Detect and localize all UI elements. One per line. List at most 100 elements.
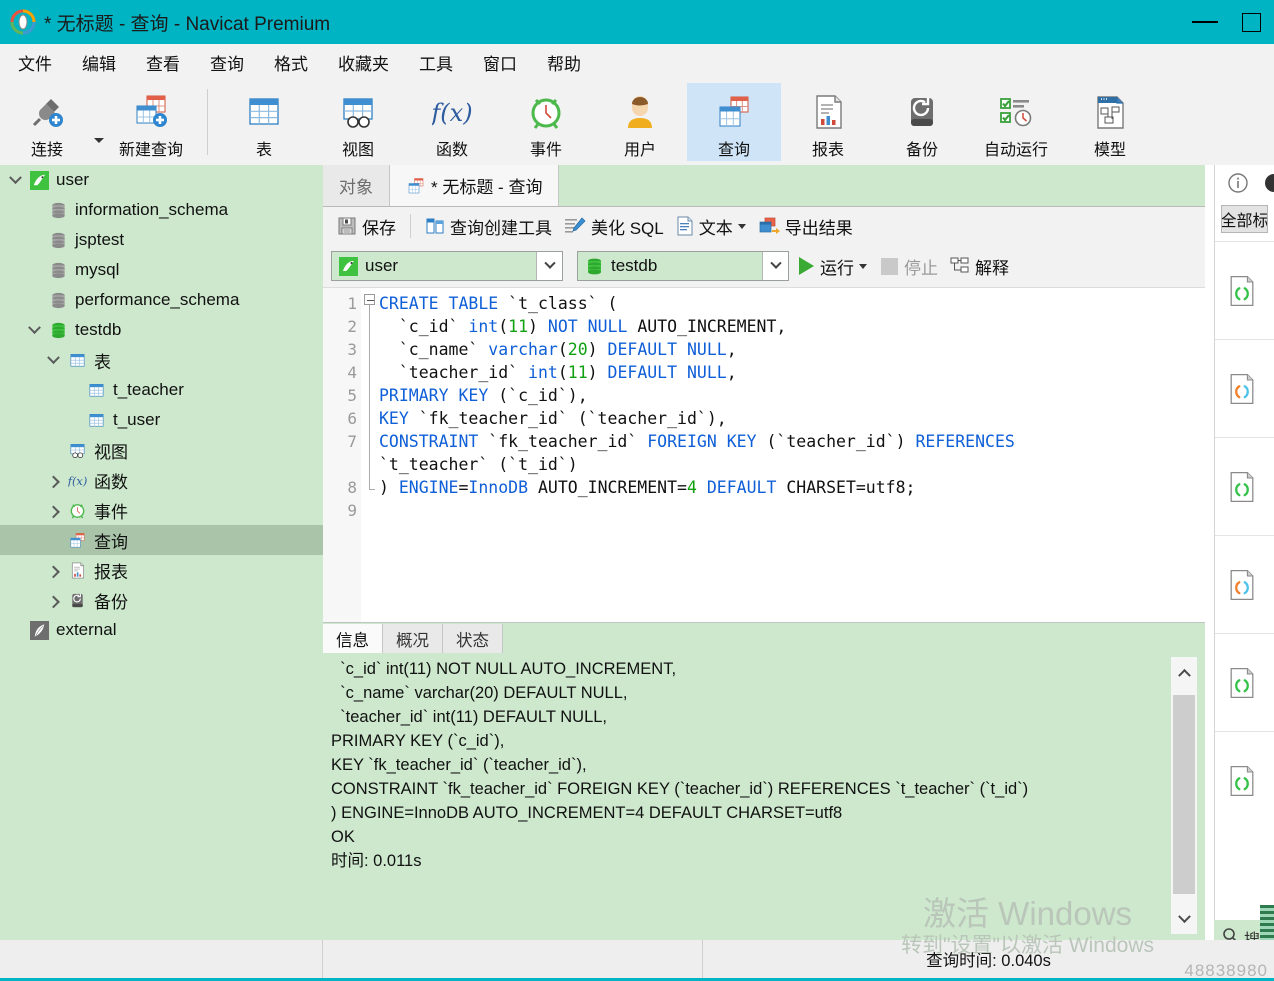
toolbar-button-view[interactable]: 视图 (311, 83, 405, 161)
chevron-down-icon[interactable] (42, 350, 64, 365)
beautify-sql-button[interactable]: 美化 SQL (558, 212, 670, 241)
save-button[interactable]: 保存 (331, 212, 402, 241)
query-builder-button[interactable]: 查询创建工具 (419, 212, 558, 241)
scroll-down-arrow[interactable] (1171, 904, 1197, 934)
tree-node-testdb[interactable]: testdb (0, 315, 323, 345)
tree-node-报表[interactable]: 报表 (0, 555, 323, 585)
tree-node-查询[interactable]: 查询 (0, 525, 323, 555)
result-tab-0[interactable]: 信息 (323, 624, 383, 653)
tree-node-label: 表 (94, 352, 111, 372)
chevron-right-icon[interactable] (42, 505, 64, 518)
menu-item-6[interactable]: 工具 (407, 48, 465, 77)
query-time-status: 查询时间: 0.040s (926, 952, 1051, 970)
tree-node-information_schema[interactable]: information_schema (0, 195, 323, 225)
save-label: 保存 (362, 218, 396, 238)
info-icon[interactable] (1227, 172, 1249, 199)
beautify-sql-label: 美化 SQL (591, 218, 664, 238)
tree-node-user[interactable]: user (0, 165, 323, 195)
right-panel-item-4[interactable] (1215, 633, 1274, 731)
right-panel-item-0[interactable] (1215, 241, 1274, 339)
database-select[interactable]: testdb (577, 251, 789, 281)
menu-item-4[interactable]: 格式 (262, 48, 320, 77)
toolbar-button-new-query[interactable]: 新建查询 (104, 83, 198, 161)
main-content: 对象 * 无标题 - 查询 保存 查询创建工具 美化 SQL 文本 导出结果 u… (323, 165, 1205, 940)
menu-item-3[interactable]: 查询 (198, 48, 256, 77)
tab-0[interactable]: 对象 (323, 165, 390, 206)
database-gray-icon (49, 291, 68, 310)
menu-item-1[interactable]: 编辑 (70, 48, 128, 77)
explain-button[interactable]: 解释 (950, 254, 1009, 279)
code-file-color-icon (1224, 567, 1260, 603)
results-scrollbar[interactable] (1171, 657, 1197, 934)
result-tab-2[interactable]: 状态 (443, 624, 503, 653)
code-fold-column[interactable] (361, 288, 377, 622)
connection-dropdown-arrow[interactable] (536, 252, 562, 280)
chevron-down-icon[interactable] (4, 170, 26, 185)
chevron-down-icon[interactable] (737, 223, 746, 229)
chevron-down-icon[interactable] (859, 263, 867, 269)
right-panel-item-5[interactable] (1215, 731, 1274, 829)
menu-item-2[interactable]: 查看 (134, 48, 192, 77)
table-icon (244, 92, 284, 132)
toolbar-button-automation[interactable]: 自动运行 (969, 83, 1063, 161)
right-panel-item-2[interactable] (1215, 437, 1274, 535)
tree-node-mysql[interactable]: mysql (0, 255, 323, 285)
tree-node-事件[interactable]: 事件 (0, 495, 323, 525)
toolbar-button-report[interactable]: 报表 (781, 83, 875, 161)
chevron-right-icon[interactable] (42, 475, 64, 488)
navicat-logo-icon (10, 9, 36, 35)
toolbar-divider (410, 214, 411, 238)
toolbar-button-model[interactable]: 模型 (1063, 83, 1157, 161)
chevron-right-icon[interactable] (42, 595, 64, 608)
tree-node-表[interactable]: 表 (0, 345, 323, 375)
minimize-button[interactable] (1182, 0, 1228, 44)
scrollbar-thumb[interactable] (1173, 695, 1195, 894)
text-button[interactable]: 文本 (670, 212, 752, 241)
run-button[interactable]: 运行 (799, 254, 867, 279)
toolbar-button-user[interactable]: 用户 (593, 83, 687, 161)
sql-editor[interactable]: 1 2 3 4 5 6 7 8 9 CREATE TABLE `t_class` ( `c_id… (323, 287, 1205, 622)
tree-node-performance_schema[interactable]: performance_schema (0, 285, 323, 315)
chevron-down-icon[interactable] (23, 320, 45, 335)
database-green-icon (581, 257, 607, 276)
help-icon[interactable] (1263, 172, 1274, 199)
tree-node-jsptest[interactable]: jsptest (0, 225, 323, 255)
tree-node-t_teacher[interactable]: t_teacher (0, 375, 323, 405)
menu-item-5[interactable]: 收藏夹 (326, 48, 401, 77)
tree-node-external[interactable]: external (0, 615, 323, 645)
database-gray-icon (49, 231, 68, 250)
tree-node-label: t_teacher (113, 380, 184, 399)
object-tree-sidebar[interactable]: user information_schema jsptest mysql pe… (0, 165, 323, 940)
editor-code[interactable]: CREATE TABLE `t_class` ( `c_id` int(11) … (379, 292, 1205, 522)
toolbar-button-backup[interactable]: 备份 (875, 83, 969, 161)
maximize-button[interactable] (1228, 0, 1274, 44)
tree-node-备份[interactable]: 备份 (0, 585, 323, 615)
chevron-right-icon[interactable] (42, 565, 64, 578)
connection-select[interactable]: user (331, 251, 563, 281)
toolbar-button-query[interactable]: 查询 (687, 83, 781, 161)
svg-text:ƒ(x): ƒ(x) (68, 473, 87, 487)
status-segment-left (0, 940, 323, 978)
database-dropdown-arrow[interactable] (762, 252, 788, 280)
toolbar-button-event-clock[interactable]: 事件 (499, 83, 593, 161)
scroll-up-arrow[interactable] (1171, 657, 1197, 687)
toolbar-button-table[interactable]: 表 (217, 83, 311, 161)
right-panel-item-1[interactable] (1215, 339, 1274, 437)
export-result-button[interactable]: 导出结果 (752, 212, 859, 241)
view-icon (68, 441, 87, 460)
menu-item-8[interactable]: 帮助 (535, 48, 593, 77)
tab-1[interactable]: * 无标题 - 查询 (390, 165, 560, 206)
menu-item-7[interactable]: 窗口 (471, 48, 529, 77)
toolbar-button-plug-plus[interactable]: 连接 (0, 83, 94, 161)
tree-node-视图[interactable]: 视图 (0, 435, 323, 465)
connect-dropdown-caret-icon[interactable] (94, 137, 104, 143)
result-tab-1[interactable]: 概况 (383, 624, 443, 653)
toolbar-button-function-fx[interactable]: ƒ(x) 函数 (405, 83, 499, 161)
right-panel-item-3[interactable] (1215, 535, 1274, 633)
menu-item-0[interactable]: 文件 (6, 48, 64, 77)
play-icon (799, 257, 814, 275)
tree-node-t_user[interactable]: t_user (0, 405, 323, 435)
fold-toggle-icon[interactable] (364, 294, 375, 305)
select-all-button[interactable]: 全部标 (1221, 205, 1268, 233)
tree-node-函数[interactable]: ƒ(x) 函数 (0, 465, 323, 495)
